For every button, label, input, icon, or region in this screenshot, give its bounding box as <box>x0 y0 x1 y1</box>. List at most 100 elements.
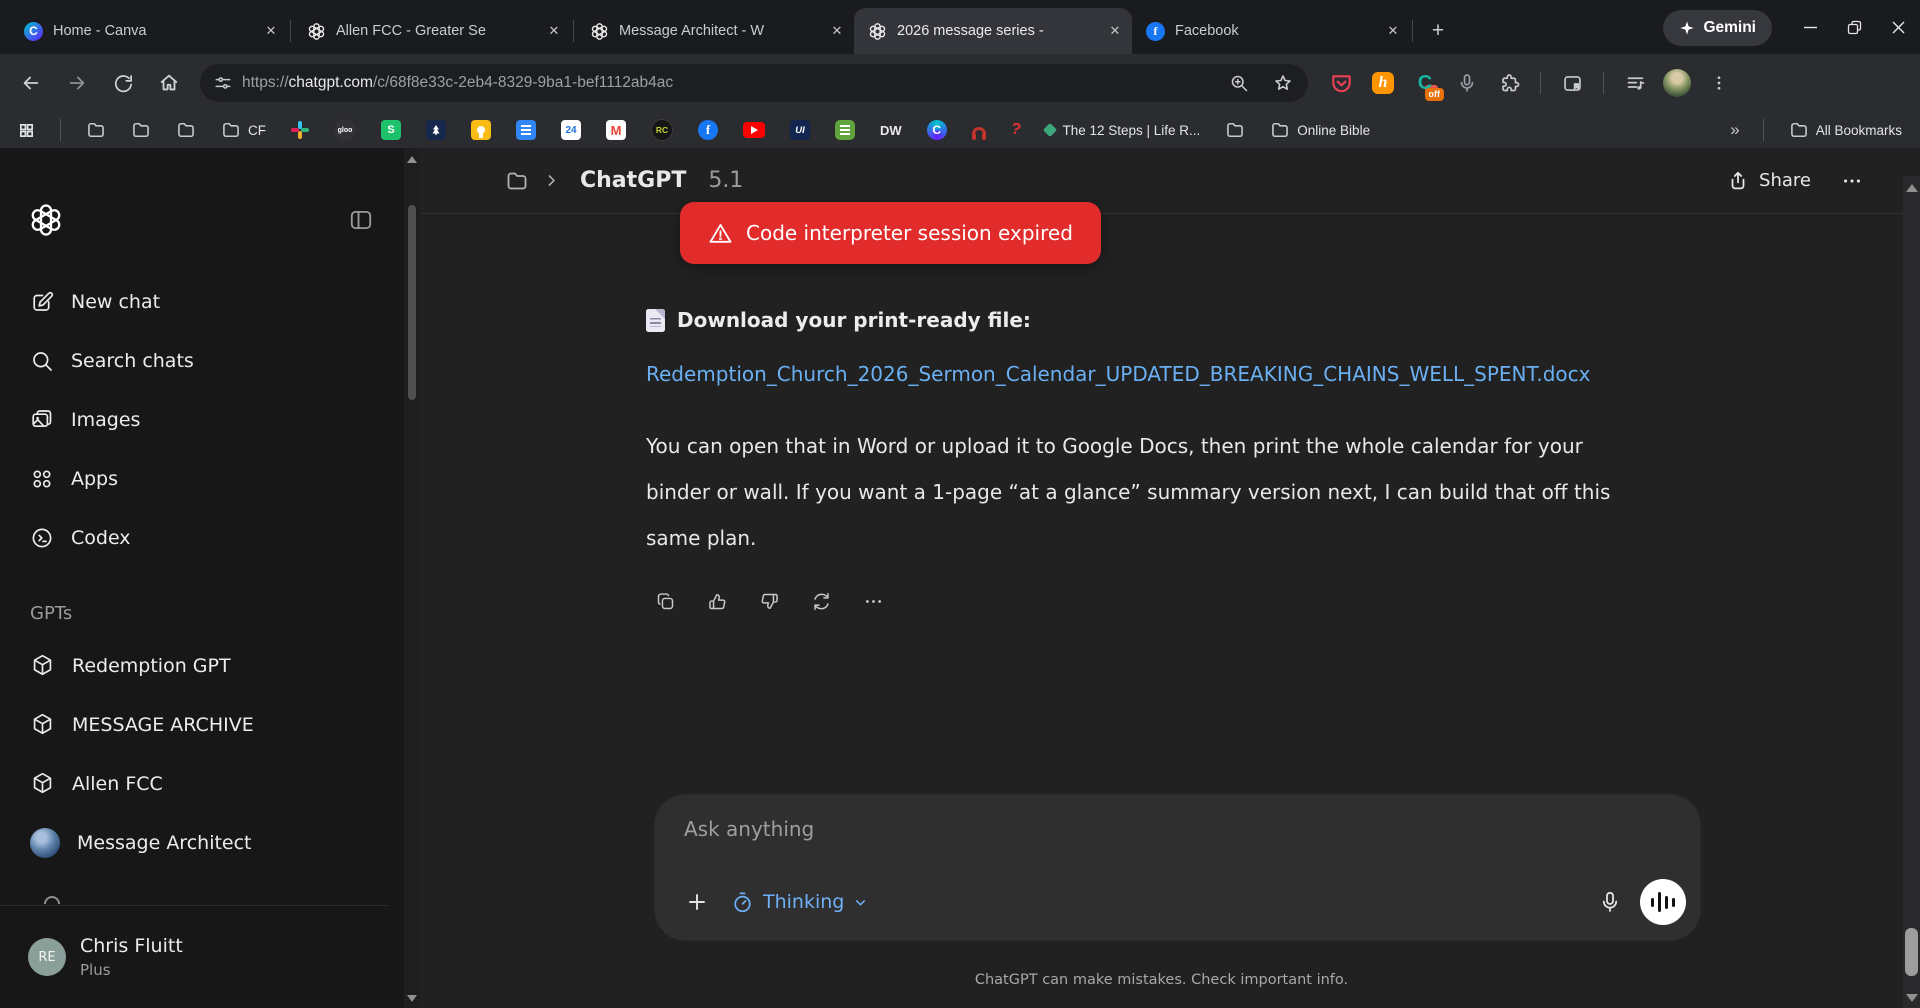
sidebar-item-apps[interactable]: Apps <box>0 449 404 508</box>
regenerate-icon[interactable] <box>802 583 840 619</box>
thumbs-up-icon[interactable] <box>698 583 736 619</box>
bookmark-audio-site[interactable] <box>972 123 986 137</box>
restore-button[interactable] <box>1832 0 1876 54</box>
share-label: Share <box>1759 170 1811 191</box>
close-tab-icon[interactable]: ✕ <box>1384 22 1402 40</box>
tab-message-architect[interactable]: Message Architect - W ✕ <box>576 8 854 54</box>
dictate-mic-icon[interactable] <box>1588 880 1632 924</box>
share-button[interactable]: Share <box>1727 170 1811 192</box>
bookmark-rc[interactable]: RC <box>651 119 673 141</box>
close-tab-icon[interactable]: ✕ <box>828 22 846 40</box>
coupon-extension-icon[interactable]: C off <box>1410 68 1440 98</box>
sidebar-gpt-allen-fcc[interactable]: Allen FCC <box>0 754 404 813</box>
chat-input[interactable]: Ask anything <box>684 817 814 841</box>
composer[interactable]: Ask anything Thinking <box>655 795 1700 940</box>
bookmark-gmail[interactable]: M <box>606 120 626 140</box>
scroll-down-arrow[interactable] <box>1906 994 1918 1002</box>
close-tab-icon[interactable]: ✕ <box>545 22 563 40</box>
apps-grid-icon[interactable] <box>18 122 35 139</box>
all-bookmarks-button[interactable]: All Bookmarks <box>1789 120 1902 140</box>
bookmarks-overflow-chevron[interactable]: » <box>1730 120 1737 140</box>
bookmark-ui[interactable]: UI <box>790 120 810 140</box>
bookmark-star-icon[interactable] <box>1266 66 1300 100</box>
bookmark-list-app[interactable] <box>835 120 855 140</box>
bookmark-folder-cf[interactable]: CF <box>221 120 266 140</box>
minimize-button[interactable] <box>1788 0 1832 54</box>
pocket-extension-icon[interactable] <box>1326 68 1356 98</box>
scrollbar-thumb[interactable] <box>1905 928 1918 976</box>
sidebar-gpt-redemption[interactable]: Redemption GPT <box>0 636 404 695</box>
thinking-mode-selector[interactable]: Thinking <box>731 891 868 914</box>
conversation-menu-icon[interactable] <box>1841 170 1863 192</box>
bookmark-gloo[interactable]: gloo <box>334 119 356 141</box>
close-tab-icon[interactable]: ✕ <box>262 22 280 40</box>
sidebar-item-new-chat[interactable]: New chat <box>0 272 404 331</box>
media-controls-icon[interactable] <box>1620 68 1650 98</box>
scroll-up-arrow[interactable] <box>407 156 417 163</box>
partial-list-item <box>44 896 60 904</box>
extensions-puzzle-icon[interactable] <box>1494 68 1524 98</box>
sidebar-gpt-message-archive[interactable]: MESSAGE ARCHIVE <box>0 695 404 754</box>
headphones-icon <box>972 127 986 137</box>
bookmark-google-keep[interactable] <box>471 120 491 140</box>
sidebar-item-search-chats[interactable]: Search chats <box>0 331 404 390</box>
bookmark-canva[interactable]: C <box>927 120 947 140</box>
codex-icon <box>30 526 54 550</box>
copy-icon[interactable] <box>646 583 684 619</box>
bookmark-youtube[interactable] <box>743 122 765 138</box>
tab-search-icon[interactable] <box>1557 68 1587 98</box>
forward-button[interactable] <box>56 62 98 104</box>
browser-menu-kebab-icon[interactable] <box>1704 68 1734 98</box>
thumbs-down-icon[interactable] <box>750 583 788 619</box>
bookmark-folder-online-bible[interactable]: Online Bible <box>1270 120 1370 140</box>
home-button[interactable] <box>148 62 190 104</box>
page-scrollbar[interactable] <box>1903 176 1920 1008</box>
scroll-up-arrow[interactable] <box>1906 184 1918 192</box>
tab-allen-fcc[interactable]: Allen FCC - Greater Se ✕ <box>293 8 571 54</box>
bookmark-question-site[interactable]: ? <box>1011 121 1021 139</box>
close-window-button[interactable] <box>1876 0 1920 54</box>
gemini-button[interactable]: Gemini <box>1663 10 1772 46</box>
bookmark-tree-site[interactable] <box>426 120 446 140</box>
voice-mode-button[interactable] <box>1640 879 1686 925</box>
file-download-link[interactable]: Redemption_Church_2026_Sermon_Calendar_U… <box>646 351 1602 397</box>
bookmark-google-calendar[interactable]: 24 <box>561 120 581 140</box>
mic-extension-icon[interactable] <box>1452 68 1482 98</box>
bookmark-slack[interactable] <box>291 121 309 139</box>
bookmark-facebook[interactable]: f <box>698 120 718 140</box>
new-chat-icon <box>30 290 54 314</box>
bookmark-google-docs[interactable] <box>516 120 536 140</box>
attach-plus-icon[interactable] <box>677 882 717 922</box>
scrollbar-thumb[interactable] <box>408 205 416 400</box>
address-bar[interactable]: https://chatgpt.com/c/68f8e33c-2eb4-8329… <box>200 64 1308 102</box>
reload-button[interactable] <box>102 62 144 104</box>
sidebar-toggle-icon[interactable] <box>348 207 374 233</box>
bookmark-twelve-steps[interactable]: The 12 Steps | Life R... <box>1045 123 1200 138</box>
bookmark-folder[interactable] <box>1225 120 1245 140</box>
chatgpt-logo-icon[interactable] <box>30 204 62 236</box>
sidebar-item-codex[interactable]: Codex <box>0 508 404 567</box>
more-actions-icon[interactable] <box>854 583 892 619</box>
bookmark-folder[interactable] <box>86 120 106 140</box>
scroll-down-arrow[interactable] <box>407 995 417 1002</box>
tab-facebook[interactable]: f Facebook ✕ <box>1132 8 1410 54</box>
site-info-icon[interactable] <box>214 74 232 92</box>
sidebar-item-label: Allen FCC <box>72 773 163 795</box>
model-switcher[interactable]: ChatGPT 5.1 <box>505 168 743 193</box>
honey-extension-icon[interactable]: h <box>1368 68 1398 98</box>
bookmark-folder[interactable] <box>131 120 151 140</box>
bookmark-folder[interactable] <box>176 120 196 140</box>
profile-avatar[interactable] <box>1662 68 1692 98</box>
tab-home-canva[interactable]: C Home - Canva ✕ <box>10 8 288 54</box>
back-button[interactable] <box>10 62 52 104</box>
close-tab-icon[interactable]: ✕ <box>1106 22 1124 40</box>
sidebar-gpt-message-architect[interactable]: Message Architect <box>0 813 404 872</box>
bookmark-subsplash[interactable]: S <box>381 120 401 140</box>
account-row[interactable]: RE Chris Fluitt Plus <box>0 906 388 1008</box>
zoom-page-icon[interactable] <box>1222 66 1256 100</box>
new-tab-button[interactable]: + <box>1423 16 1453 46</box>
bookmark-dw[interactable]: DW <box>880 123 902 138</box>
tab-2026-message-series-active[interactable]: 2026 message series - ✕ <box>854 8 1132 54</box>
sidebar-scrollbar[interactable] <box>404 148 420 1008</box>
sidebar-item-images[interactable]: Images <box>0 390 404 449</box>
